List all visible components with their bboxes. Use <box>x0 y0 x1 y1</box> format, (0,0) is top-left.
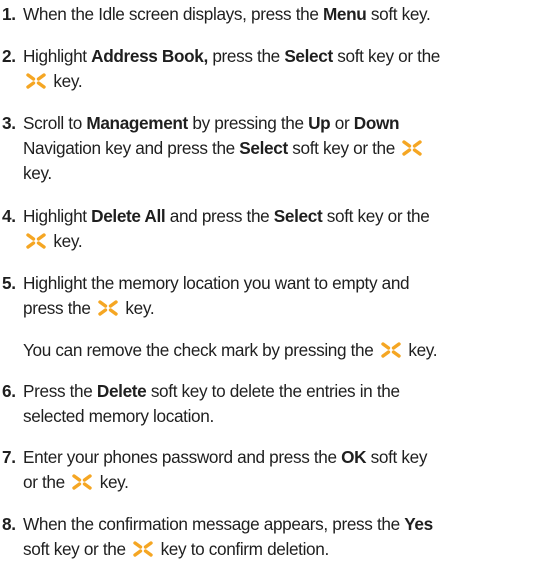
ok-key-icon <box>401 140 423 156</box>
step-text: Enter your phones password and press the… <box>23 447 428 492</box>
step-4: 4. Highlight Delete All and press the Se… <box>0 204 532 254</box>
step-number: 5. <box>2 273 16 293</box>
step-text: When the Idle screen displays, press the… <box>23 4 431 24</box>
ok-key-icon <box>380 342 402 358</box>
step-text: Press the Delete soft key to delete the … <box>23 381 400 426</box>
step-1: 1. When the Idle screen displays, press … <box>0 2 532 27</box>
step-text: Highlight the memory location you want t… <box>23 273 410 318</box>
ok-key-icon <box>25 73 47 89</box>
step-5-note: You can remove the check mark by pressin… <box>23 340 438 360</box>
ok-key-icon <box>97 300 119 316</box>
step-3: 3. Scroll to Management by pressing the … <box>0 111 532 186</box>
step-text: When the confirmation message appears, p… <box>23 514 433 559</box>
step-2: 2. Highlight Address Book, press the Sel… <box>0 44 532 94</box>
step-6: 6. Press the Delete soft key to delete t… <box>0 379 532 429</box>
step-text: Highlight Address Book, press the Select… <box>23 46 440 91</box>
step-7: 7. Enter your phones password and press … <box>0 445 532 495</box>
step-number: 6. <box>2 381 16 401</box>
step-text: Scroll to Management by pressing the Up … <box>23 111 532 186</box>
step-8: 8. When the confirmation message appears… <box>0 512 532 562</box>
step-5: 5. Highlight the memory location you wan… <box>0 271 532 321</box>
step-number: 4. <box>2 206 16 226</box>
step-number: 1. <box>2 4 16 24</box>
ok-key-icon <box>71 474 93 490</box>
step-number: 8. <box>2 514 16 534</box>
ok-key-icon <box>132 541 154 557</box>
step-text: Highlight Delete All and press the Selec… <box>23 206 430 251</box>
ok-key-icon <box>25 233 47 249</box>
instructions-document: 1. When the Idle screen displays, press … <box>0 0 538 567</box>
step-number: 3. <box>2 113 16 133</box>
step-number: 7. <box>2 447 16 467</box>
step-number: 2. <box>2 46 16 66</box>
